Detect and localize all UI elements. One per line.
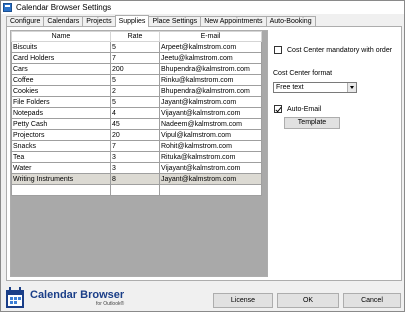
cell-email[interactable]: Rituka@kalmstrom.com bbox=[159, 151, 262, 163]
table-row[interactable]: Cars 200 Bhupendra@kalmstrom.com bbox=[11, 63, 262, 75]
table-row[interactable]: Writing Instruments 8 Jayant@kalmstrom.com bbox=[11, 173, 262, 185]
table-row[interactable]: Tea 3 Rituka@kalmstrom.com bbox=[11, 151, 262, 163]
cell-email[interactable]: Bhupendra@kalmstrom.com bbox=[159, 85, 262, 97]
column-header-name[interactable]: Name bbox=[11, 31, 111, 42]
logo-wordmark: Calendar Browser bbox=[30, 288, 125, 301]
cell-email[interactable]: Rohit@kalmstrom.com bbox=[159, 140, 262, 152]
cell-email[interactable]: Jeetu@kalmstrom.com bbox=[159, 52, 262, 64]
table-row[interactable]: File Folders 5 Jayant@kalmstrom.com bbox=[11, 96, 262, 108]
title-bar: Calendar Browser Settings bbox=[1, 1, 404, 14]
options-pane: Cost Center mandatory with order Cost Ce… bbox=[270, 27, 400, 277]
logo-subtitle: for Outlook® bbox=[96, 300, 125, 307]
cell-name[interactable]: Cookies bbox=[11, 85, 111, 97]
new-row-cell[interactable] bbox=[159, 184, 262, 196]
table-row[interactable]: Cookies 2 Bhupendra@kalmstrom.com bbox=[11, 85, 262, 97]
cell-name[interactable]: Snacks bbox=[11, 140, 111, 152]
cell-email[interactable]: Jayant@kalmstrom.com bbox=[159, 96, 262, 108]
template-button[interactable]: Template bbox=[284, 117, 340, 129]
cell-rate[interactable]: 20 bbox=[110, 129, 160, 141]
cell-rate[interactable]: 5 bbox=[110, 41, 160, 53]
cell-name[interactable]: Petty Cash bbox=[11, 118, 111, 130]
cell-name[interactable]: Biscuits bbox=[11, 41, 111, 53]
cell-name[interactable]: Cars bbox=[11, 63, 111, 75]
auto-email-option[interactable]: Auto-Email bbox=[274, 105, 321, 113]
table-row[interactable]: Water 3 Vijayant@kalmstrom.com bbox=[11, 162, 262, 174]
cell-rate[interactable]: 7 bbox=[110, 140, 160, 152]
chevron-down-icon[interactable] bbox=[347, 83, 356, 92]
cell-name[interactable]: Coffee bbox=[11, 74, 111, 86]
new-row[interactable] bbox=[11, 184, 262, 196]
cell-email[interactable]: Rinku@kalmstrom.com bbox=[159, 74, 262, 86]
supplies-table: Name Rate E-mail Biscuits 5 Arpeet@kalmstr… bbox=[11, 31, 262, 196]
header-row: Name Rate E-mail bbox=[11, 31, 262, 42]
cancel-button[interactable]: Cancel bbox=[343, 293, 401, 308]
cell-rate[interactable]: 5 bbox=[110, 74, 160, 86]
cell-rate[interactable]: 2 bbox=[110, 85, 160, 97]
new-row-cell[interactable] bbox=[11, 184, 111, 196]
table-row[interactable]: Notepads 4 Vijayant@kalmstrom.com bbox=[11, 107, 262, 119]
cost-center-mandatory-label: Cost Center mandatory with order bbox=[287, 46, 393, 54]
table-row[interactable]: Card Holders 7 Jeetu@kalmstrom.com bbox=[11, 52, 262, 64]
cell-rate[interactable]: 7 bbox=[110, 52, 160, 64]
supplies-panel: Name Rate E-mail Biscuits 5 Arpeet@kalmstr… bbox=[6, 26, 402, 281]
cell-rate[interactable]: 200 bbox=[110, 63, 160, 75]
tab-supplies[interactable]: Supplies bbox=[114, 15, 150, 27]
cell-rate[interactable]: 4 bbox=[110, 107, 160, 119]
cost-center-mandatory-option[interactable]: Cost Center mandatory with order bbox=[274, 46, 392, 54]
cell-email[interactable]: Vipul@kalmstrom.com bbox=[159, 129, 262, 141]
cell-email[interactable]: Vijayant@kalmstrom.com bbox=[159, 107, 262, 119]
cell-email[interactable]: Jayant@kalmstrom.com bbox=[159, 173, 262, 185]
cost-center-format-value: Free text bbox=[276, 84, 304, 91]
cell-name[interactable]: Notepads bbox=[11, 107, 111, 119]
app-icon bbox=[3, 3, 12, 12]
cell-rate[interactable]: 3 bbox=[110, 151, 160, 163]
cost-center-mandatory-checkbox[interactable] bbox=[274, 46, 282, 54]
window-title: Calendar Browser Settings bbox=[16, 3, 112, 12]
cell-name[interactable]: Writing Instruments bbox=[11, 173, 111, 185]
table-row[interactable]: Projectors 20 Vipul@kalmstrom.com bbox=[11, 129, 262, 141]
table-row[interactable]: Petty Cash 45 Nadeem@kalmstrom.com bbox=[11, 118, 262, 130]
new-row-cell[interactable] bbox=[110, 184, 160, 196]
cell-email[interactable]: Nadeem@kalmstrom.com bbox=[159, 118, 262, 130]
cell-email[interactable]: Bhupendra@kalmstrom.com bbox=[159, 63, 262, 75]
cell-name[interactable]: Card Holders bbox=[11, 52, 111, 64]
calendar-browser-logo-icon bbox=[6, 287, 24, 308]
cell-rate[interactable]: 3 bbox=[110, 162, 160, 174]
supplies-grid: Name Rate E-mail Biscuits 5 Arpeet@kalmstr… bbox=[10, 30, 268, 277]
cost-center-format-select[interactable]: Free text bbox=[273, 82, 357, 93]
table-row[interactable]: Biscuits 5 Arpeet@kalmstrom.com bbox=[11, 41, 262, 53]
cell-rate[interactable]: 5 bbox=[110, 96, 160, 108]
auto-email-label: Auto-Email bbox=[287, 105, 322, 113]
ok-button[interactable]: OK bbox=[277, 293, 339, 308]
cell-rate[interactable]: 8 bbox=[110, 173, 160, 185]
table-row[interactable]: Coffee 5 Rinku@kalmstrom.com bbox=[11, 74, 262, 86]
cell-name[interactable]: Projectors bbox=[11, 129, 111, 141]
cell-name[interactable]: Water bbox=[11, 162, 111, 174]
column-header-email[interactable]: E-mail bbox=[159, 31, 262, 42]
cell-email[interactable]: Vijayant@kalmstrom.com bbox=[159, 162, 262, 174]
auto-email-checkbox[interactable] bbox=[274, 105, 282, 113]
calendar-browser-logo: Calendar Browser for Outlook® bbox=[5, 286, 124, 310]
table-row[interactable]: Snacks 7 Rohit@kalmstrom.com bbox=[11, 140, 262, 152]
settings-window: Calendar Browser Settings Configure Cale… bbox=[0, 0, 405, 312]
cell-name[interactable]: Tea bbox=[11, 151, 111, 163]
cell-name[interactable]: File Folders bbox=[11, 96, 111, 108]
column-header-rate[interactable]: Rate bbox=[110, 31, 160, 42]
license-button[interactable]: License bbox=[213, 293, 273, 308]
cell-email[interactable]: Arpeet@kalmstrom.com bbox=[159, 41, 262, 53]
cost-center-format-label: Cost Center format bbox=[273, 70, 333, 77]
cell-rate[interactable]: 45 bbox=[110, 118, 160, 130]
